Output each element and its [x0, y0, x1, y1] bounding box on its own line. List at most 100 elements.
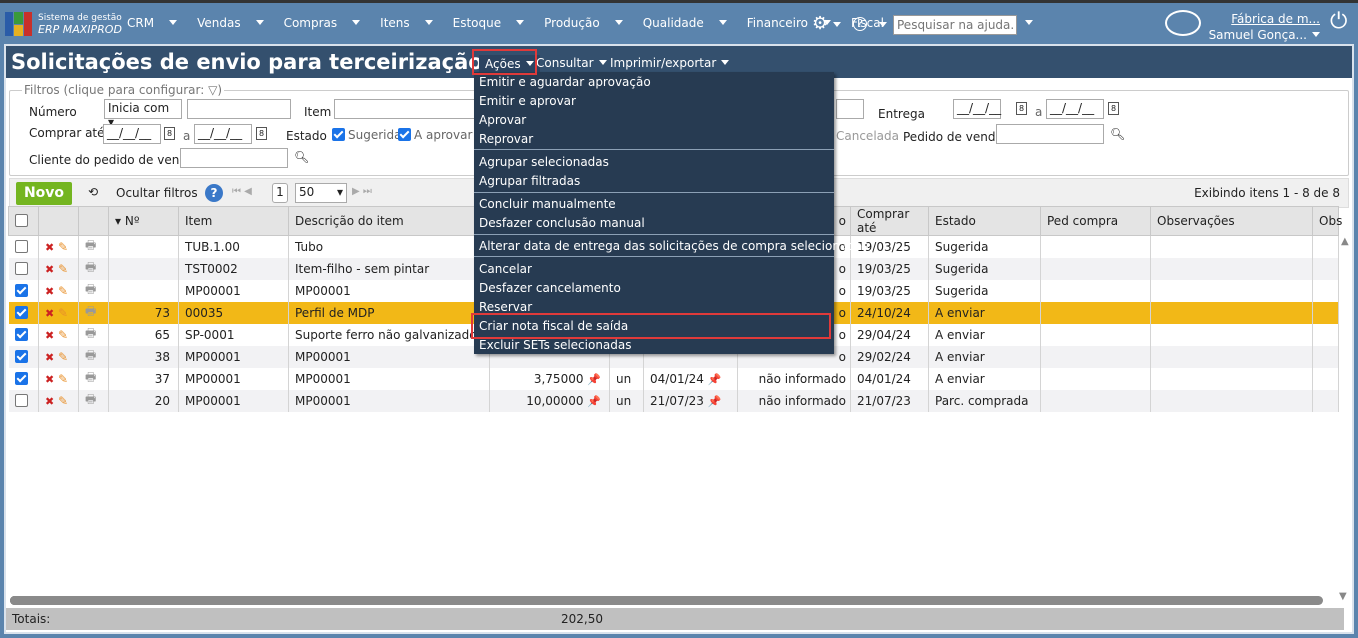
- ocultar-filtros-button[interactable]: Ocultar filtros: [116, 186, 198, 200]
- print-icon[interactable]: 🖶: [85, 304, 96, 318]
- nav-estoque[interactable]: Estoque: [453, 16, 535, 30]
- comprar-to-input[interactable]: __/__/__: [194, 124, 252, 144]
- search-icon[interactable]: 🔍︎: [1110, 127, 1125, 141]
- row-checkbox[interactable]: [8, 235, 39, 258]
- cliente-input[interactable]: [180, 148, 288, 168]
- menu-item[interactable]: Reservar: [479, 300, 532, 314]
- menu-item[interactable]: Desfazer conclusão manual: [479, 216, 645, 230]
- delete-icon[interactable]: ✖: [45, 329, 54, 342]
- delete-icon[interactable]: ✖: [45, 241, 54, 254]
- help-icon[interactable]: ?: [853, 17, 867, 31]
- nav-qualidade[interactable]: Qualidade: [643, 16, 737, 30]
- table-row[interactable]: ✖ ✎ 🖶 37 MP00001 MP00001 3,75000 📌 un 04…: [8, 367, 1339, 390]
- nav-crm[interactable]: CRM: [127, 16, 187, 30]
- delete-icon[interactable]: ✖: [45, 373, 54, 386]
- menu-imprimir[interactable]: Imprimir/exportar: [610, 56, 730, 70]
- edit-pencil-icon[interactable]: ✎: [58, 350, 68, 364]
- refresh-icon[interactable]: ⟲: [88, 185, 98, 199]
- calendar-icon[interactable]: 8: [1108, 102, 1119, 115]
- calendar-icon[interactable]: 8: [256, 127, 267, 140]
- menu-item[interactable]: Agrupar filtradas: [479, 174, 580, 188]
- edit-pencil-icon[interactable]: ✎: [58, 240, 68, 254]
- col-estado[interactable]: Estado: [928, 206, 1041, 236]
- delete-icon[interactable]: ✖: [45, 307, 54, 320]
- edit-pencil-icon[interactable]: ✎: [58, 328, 68, 342]
- delete-icon[interactable]: ✖: [45, 285, 54, 298]
- edit-pencil-icon[interactable]: ✎: [58, 394, 68, 408]
- help-search-input[interactable]: [893, 15, 1017, 35]
- print-icon[interactable]: 🖶: [85, 370, 96, 384]
- next-last-page-icon[interactable]: ▶ ⏭: [352, 186, 372, 197]
- entrega-from-input[interactable]: __/__/__: [953, 99, 1001, 119]
- item-input[interactable]: [334, 99, 484, 119]
- nav-produção[interactable]: Produção: [544, 16, 633, 30]
- row-checkbox[interactable]: [8, 389, 39, 412]
- horizontal-scrollbar[interactable]: [6, 596, 1336, 606]
- estado-cancelada-label[interactable]: Cancelada: [836, 129, 899, 143]
- print-icon[interactable]: 🖶: [85, 326, 96, 340]
- gear-icon[interactable]: ⚙: [812, 13, 842, 34]
- nav-itens[interactable]: Itens: [380, 16, 442, 30]
- print-icon[interactable]: 🖶: [85, 238, 96, 252]
- col-comprar[interactable]: Comprar até: [850, 206, 929, 236]
- calendar-icon[interactable]: 8: [1016, 102, 1027, 115]
- edit-pencil-icon[interactable]: ✎: [58, 262, 68, 276]
- power-icon[interactable]: ⏻: [1330, 9, 1347, 34]
- row-checkbox[interactable]: [8, 257, 39, 280]
- menu-item[interactable]: Alterar data de entrega das solicitações…: [479, 239, 869, 253]
- col-descricao[interactable]: Descrição do item: [288, 206, 490, 236]
- menu-item[interactable]: Emitir e aprovar: [479, 94, 576, 108]
- scroll-down-icon[interactable]: ▼: [1339, 591, 1347, 602]
- nav-vendas[interactable]: Vendas: [197, 16, 274, 30]
- menu-item[interactable]: Reprovar: [479, 132, 533, 146]
- col-obs[interactable]: Obs: [1312, 206, 1342, 236]
- menu-item[interactable]: Desfazer cancelamento: [479, 281, 621, 295]
- print-icon[interactable]: 🖶: [85, 282, 96, 296]
- menu-item[interactable]: Excluir SETs selecionadas: [479, 338, 632, 352]
- row-checkbox[interactable]: [8, 279, 39, 302]
- filters-legend[interactable]: Filtros (clique para configurar: ▽): [22, 83, 225, 97]
- estado-aprovar-checkbox[interactable]: A aprovar: [398, 128, 472, 142]
- edit-pencil-icon[interactable]: ✎: [58, 284, 68, 298]
- search-icon[interactable]: 🔍︎: [294, 150, 309, 164]
- numero-input[interactable]: [187, 99, 291, 119]
- item-input-end[interactable]: [836, 99, 864, 119]
- col-ped-compra[interactable]: Ped compra: [1040, 206, 1151, 236]
- delete-icon[interactable]: ✖: [45, 263, 54, 276]
- company-link[interactable]: Fábrica de m...: [1231, 12, 1320, 26]
- menu-item[interactable]: Concluir manualmente: [479, 197, 616, 211]
- delete-icon[interactable]: ✖: [45, 351, 54, 364]
- page-input[interactable]: 1: [272, 183, 288, 203]
- nav-compras[interactable]: Compras: [284, 16, 371, 30]
- calendar-icon[interactable]: 8: [164, 127, 175, 140]
- scroll-up-icon[interactable]: ▲: [1341, 236, 1349, 247]
- edit-pencil-icon[interactable]: ✎: [58, 372, 68, 386]
- novo-button[interactable]: Novo: [16, 182, 72, 205]
- menu-item[interactable]: Emitir e aguardar aprovação: [479, 75, 651, 89]
- print-icon[interactable]: 🖶: [85, 260, 96, 274]
- chat-icon[interactable]: [1165, 10, 1201, 36]
- menu-item[interactable]: Cancelar: [479, 262, 532, 276]
- user-menu[interactable]: Samuel Gonça...: [1209, 28, 1320, 42]
- help-caret-icon[interactable]: [879, 22, 887, 27]
- estado-sugerida-checkbox[interactable]: Sugerida: [332, 128, 401, 142]
- menu-consultar[interactable]: Consultar: [536, 56, 607, 70]
- menu-item[interactable]: Aprovar: [479, 113, 526, 127]
- row-checkbox[interactable]: [8, 367, 39, 390]
- print-icon[interactable]: 🖶: [85, 392, 96, 406]
- comprar-from-input[interactable]: __/__/__: [103, 124, 161, 144]
- table-row[interactable]: ✖ ✎ 🖶 20 MP00001 MP00001 10,00000 📌 un 2…: [8, 389, 1339, 412]
- delete-icon[interactable]: ✖: [45, 395, 54, 408]
- row-checkbox[interactable]: [8, 323, 39, 346]
- col-observacoes[interactable]: Observações: [1150, 206, 1313, 236]
- numero-mode-select[interactable]: Inicia com ▾: [104, 99, 182, 129]
- select-all-checkbox[interactable]: [8, 206, 39, 236]
- row-checkbox[interactable]: [8, 301, 39, 324]
- menu-item[interactable]: Agrupar selecionadas: [479, 155, 609, 169]
- row-checkbox[interactable]: [8, 345, 39, 368]
- print-icon[interactable]: 🖶: [85, 348, 96, 362]
- edit-pencil-icon[interactable]: ✎: [58, 306, 68, 320]
- col-numero[interactable]: ▾ Nº: [108, 206, 179, 236]
- col-item[interactable]: Item: [178, 206, 289, 236]
- page-size-select[interactable]: 50 ▾: [295, 183, 347, 203]
